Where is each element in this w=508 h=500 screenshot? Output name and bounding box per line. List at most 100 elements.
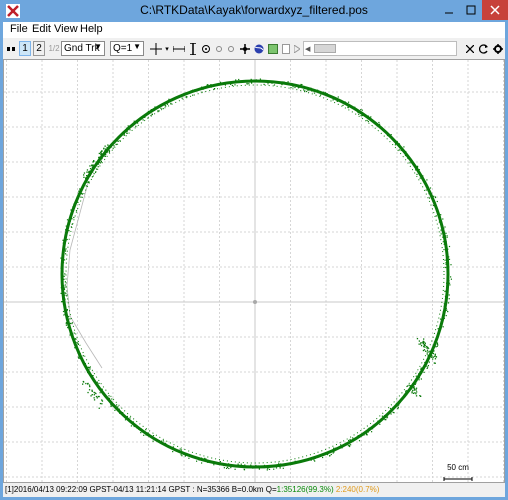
track-point: [79, 188, 81, 190]
plot-canvas[interactable]: 50 cm: [4, 60, 504, 482]
close-icon: [490, 5, 500, 15]
chevron-left-icon[interactable]: ◀: [305, 45, 310, 53]
track-point: [157, 110, 159, 112]
ground-track-plot[interactable]: 50 cm: [3, 59, 505, 483]
map-icon[interactable]: [267, 41, 279, 56]
track-point: [287, 81, 289, 83]
track-point: [266, 466, 268, 469]
track-point: [63, 302, 65, 304]
chevron-down-icon[interactable]: ▾: [163, 41, 171, 56]
track-point: [92, 161, 94, 163]
track-point: [250, 464, 252, 466]
track-point: [442, 228, 444, 230]
connect-icon[interactable]: [6, 41, 16, 56]
crosshair-icon[interactable]: [239, 41, 251, 56]
track-point: [234, 84, 236, 86]
track-point: [86, 175, 88, 177]
fit-horizontal-icon[interactable]: [172, 41, 186, 56]
slider-thumb[interactable]: [314, 44, 336, 53]
track-point: [436, 345, 438, 347]
button-1-2[interactable]: 1/2: [47, 41, 61, 56]
track-point: [440, 229, 442, 231]
track-point: [379, 123, 381, 125]
track-point: [397, 407, 399, 409]
track-point: [226, 466, 229, 468]
plot-type-select[interactable]: Gnd Trk ▼: [61, 41, 105, 56]
track-point: [86, 177, 88, 179]
track-point: [306, 90, 308, 93]
maximize-button[interactable]: [460, 0, 482, 20]
track-point: [431, 349, 433, 351]
menu-help[interactable]: Help: [80, 23, 103, 35]
circle-icon[interactable]: [226, 41, 236, 56]
center-icon[interactable]: [149, 41, 163, 56]
minimize-button[interactable]: [438, 0, 460, 20]
track-point: [61, 278, 63, 280]
menu-edit[interactable]: Edit: [32, 23, 51, 35]
track-point: [116, 408, 118, 410]
track-point: [417, 376, 419, 378]
track-point: [65, 229, 67, 231]
track-point: [80, 196, 82, 198]
track-point: [73, 341, 76, 343]
track-point: [60, 257, 62, 259]
track-point: [93, 397, 95, 399]
track-point: [188, 457, 190, 459]
track-point: [95, 171, 97, 173]
track-point: [271, 82, 273, 84]
track-point: [73, 209, 75, 211]
gear-icon[interactable]: [492, 41, 504, 56]
track-point: [92, 171, 94, 173]
track-point: [402, 397, 404, 399]
status-q2: 2:240(0.7%): [335, 485, 380, 494]
button-2[interactable]: 2: [33, 41, 45, 56]
track-point: [230, 83, 232, 85]
track-point: [444, 295, 447, 297]
track-point: [87, 181, 90, 184]
track-point: [96, 168, 98, 170]
track-point: [410, 385, 412, 387]
track-point: [67, 321, 70, 324]
track-point: [127, 125, 129, 127]
circle-icon[interactable]: [214, 41, 224, 56]
globe-icon[interactable]: [253, 41, 265, 56]
track-point: [273, 84, 276, 86]
track-point: [320, 93, 322, 95]
track-point: [436, 343, 438, 345]
track-point: [398, 143, 401, 146]
track-point: [445, 297, 447, 299]
document-icon[interactable]: [281, 41, 291, 56]
track-point: [64, 249, 66, 251]
track-point: [406, 385, 409, 387]
track-point: [168, 98, 170, 100]
track-point: [448, 245, 451, 248]
track-point: [431, 356, 433, 358]
track-point: [151, 113, 153, 116]
track-point: [397, 405, 399, 407]
toolbar: 1 2 1/2 Gnd Trk ▼ Q=1 ▼ ▾ ◀: [3, 39, 505, 58]
track-point: [64, 273, 66, 275]
track-point: [89, 368, 91, 370]
close-button[interactable]: [482, 0, 508, 20]
track-point: [70, 209, 72, 211]
track-point: [205, 458, 207, 460]
menu-file[interactable]: File: [10, 23, 28, 35]
track-point: [158, 110, 160, 112]
menu-view[interactable]: View: [54, 23, 78, 35]
track-point: [421, 367, 423, 369]
show-track-icon[interactable]: [200, 41, 212, 56]
track-point: [62, 271, 64, 273]
button-1[interactable]: 1: [19, 41, 31, 56]
track-point: [141, 429, 143, 431]
track-point: [294, 460, 296, 462]
track-point: [444, 290, 446, 292]
quality-select[interactable]: Q=1 ▼: [110, 41, 144, 56]
time-slider[interactable]: ◀: [303, 41, 457, 56]
close-icon[interactable]: [465, 41, 475, 56]
title-bar[interactable]: C:\RTKData\Kayak\forwardxyz_filtered.pos: [0, 0, 508, 22]
track-point: [231, 84, 233, 86]
fit-vertical-icon[interactable]: [187, 41, 199, 56]
refresh-icon[interactable]: [478, 41, 490, 56]
play-icon[interactable]: [293, 41, 301, 56]
track-point: [440, 214, 442, 216]
